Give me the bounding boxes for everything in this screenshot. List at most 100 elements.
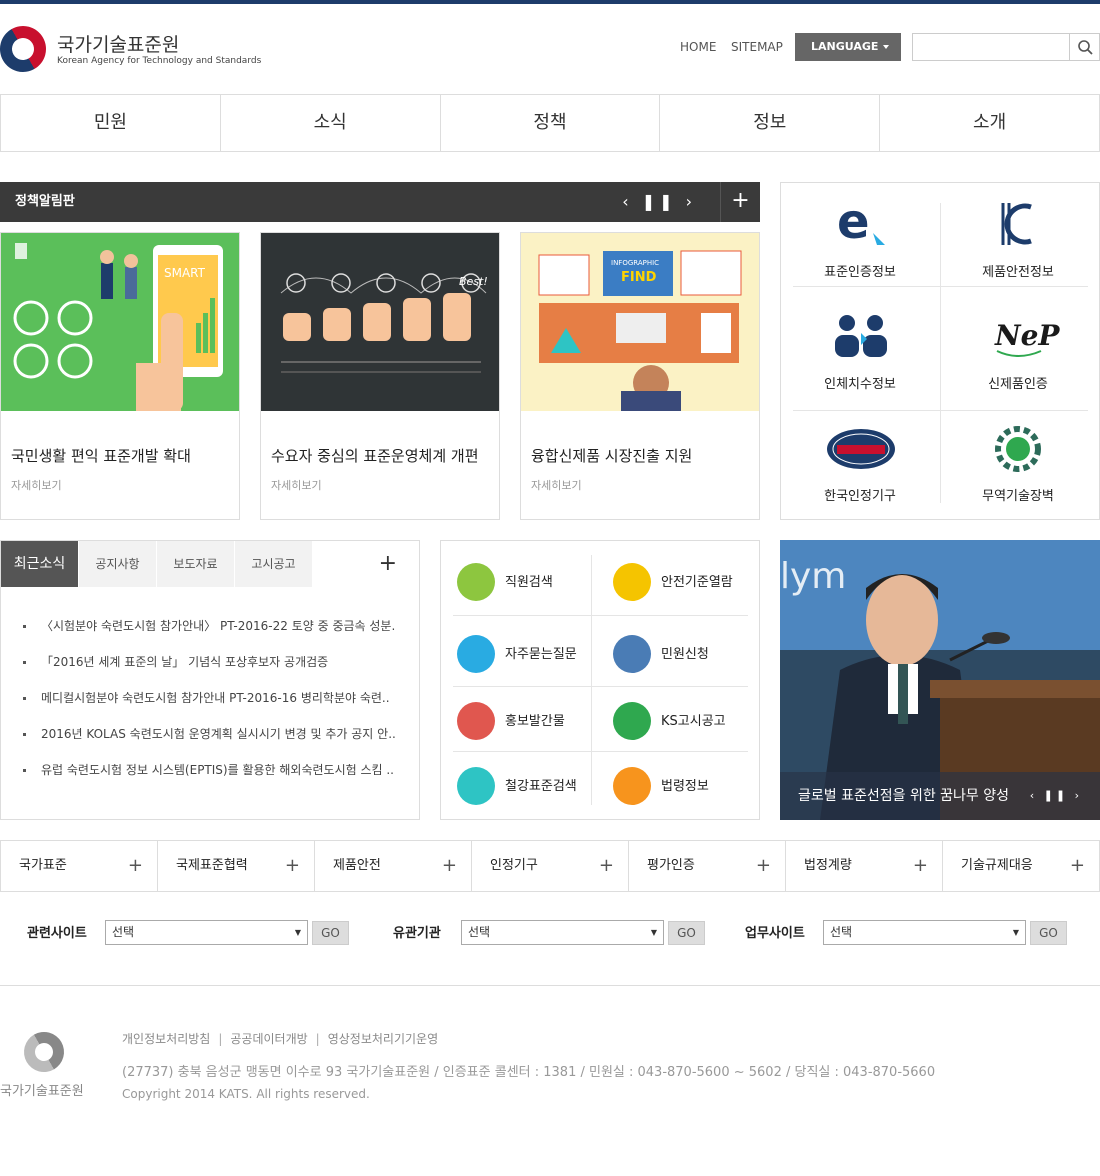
policy-card-more-link[interactable]: 자세히보기 [11, 477, 62, 493]
taegeuk-logo-icon [16, 1024, 72, 1080]
footer-links: 개인정보처리방침 | 공공데이터개방 | 영상정보처리기기운영 [122, 1032, 439, 1046]
tab-press[interactable]: 보도자료 [157, 541, 235, 587]
language-dropdown[interactable]: LANGUAGE [795, 33, 901, 61]
service-ks-notice[interactable]: KS고시공고 [599, 688, 749, 752]
top-accent-line [0, 0, 1100, 4]
svg-text:NeP: NeP [994, 319, 1060, 352]
service-steel-standards[interactable]: 철강표준검색 [443, 753, 593, 817]
quick-link-label: 인체치수정보 [824, 377, 896, 392]
policy-card[interactable]: INFOGRAPHIC FIND 융합신제품 시장진출 지원 자세히보기 [520, 232, 760, 520]
policy-card-more-link[interactable]: 자세히보기 [531, 477, 582, 493]
policy-card[interactable]: Best! 수요자 중심의 표준운영체계 개편 자세히보기 [260, 232, 500, 520]
more-plus-button[interactable]: + [720, 182, 760, 222]
related-sites-go-button[interactable]: GO [312, 921, 349, 945]
gnb-item-policy[interactable]: 정책 [441, 95, 661, 151]
related-agencies-go-button[interactable]: GO [668, 921, 705, 945]
policy-board-title: 정책알림판 [15, 194, 75, 209]
category-national-standard[interactable]: 국가표준 + [1, 841, 158, 891]
category-label: 평가인증 [647, 858, 695, 873]
news-panel: 최근소식 공지사항 보도자료 고시공고 + 〈시험분야 숙련도시험 참가안내〉 … [0, 540, 420, 820]
nep-icon: NeP [994, 319, 1060, 357]
carousel-controls[interactable]: ‹ ❚❚ › [622, 182, 696, 222]
service-publications[interactable]: 홍보발간물 [443, 688, 593, 752]
quick-link-new-product[interactable]: NeP 신제품인증 [943, 305, 1093, 417]
plus-icon: + [755, 855, 771, 876]
tab-notices[interactable]: 공지사항 [79, 541, 157, 587]
svg-text:INFOGRAPHIC: INFOGRAPHIC [611, 259, 659, 267]
quick-link-kolas[interactable]: 한국인정기구 [785, 417, 935, 529]
news-more-button[interactable]: + [379, 551, 397, 576]
photo-carousel-controls[interactable]: ‹ ❚❚ › [1030, 772, 1082, 820]
policy-card-more-link[interactable]: 자세히보기 [271, 477, 322, 493]
category-product-safety[interactable]: 제품안전 + [315, 841, 472, 891]
search-input[interactable] [912, 33, 1100, 61]
quick-link-label: 제품안전정보 [982, 265, 1054, 280]
category-accreditation[interactable]: 인정기구 + [472, 841, 629, 891]
footer-address: (27737) 충북 음성군 맹동면 이수로 93 국가기술표준원 / 인증표준… [122, 1065, 936, 1080]
related-sites-label: 관련사이트 [27, 926, 87, 941]
service-label: 민원신청 [661, 647, 709, 662]
quick-link-body-size[interactable]: 인체치수정보 [785, 305, 935, 417]
news-item[interactable]: 〈시험분야 숙련도시험 참가안내〉 PT-2016-22 토양 중 중금속 성분… [23, 613, 395, 649]
service-civil-request[interactable]: 민원신청 [599, 621, 749, 685]
site-logo[interactable]: 국가기술표준원 Korean Agency for Technology and… [0, 17, 262, 81]
policy-card[interactable]: SMART 국민생활 편익 표준개발 확대 자세히보기 [0, 232, 240, 520]
work-sites-select[interactable]: 선택 ▼ [823, 920, 1026, 945]
category-label: 국제표준협력 [176, 858, 248, 873]
org-subtitle: Korean Agency for Technology and Standar… [57, 56, 262, 66]
service-label: 홍보발간물 [505, 714, 565, 729]
category-menu: 국가표준 + 국제표준협력 + 제품안전 + 인정기구 + 평가인증 + 법정계량 + 기술… [0, 840, 1100, 892]
footer-org-name: 국가기술표준원 [0, 1084, 84, 1099]
related-agencies-select[interactable]: 선택 ▼ [461, 920, 664, 945]
gnb-item-about[interactable]: 소개 [880, 95, 1099, 151]
magnifier-icon [457, 767, 495, 805]
category-legal-metrology[interactable]: 법정계량 + [786, 841, 943, 891]
quick-link-label: 표준인증정보 [824, 265, 896, 280]
category-label: 법정계량 [804, 858, 852, 873]
service-faq[interactable]: 자주묻는질문 [443, 621, 593, 685]
policy-card-image: Best! [261, 233, 499, 411]
news-item[interactable]: 유럽 숙련도시험 정보 시스템(EPTIS)를 활용한 해외숙련도시험 스킴 .… [23, 757, 395, 793]
service-label: 법령정보 [661, 779, 709, 794]
related-sites-select[interactable]: 선택 ▼ [105, 920, 308, 945]
dropdown-arrow-icon: ▼ [294, 928, 301, 937]
related-agencies-label: 유관기관 [393, 926, 441, 941]
event-photo-banner[interactable]: lym 글로벌 표준선점을 위한 꿈나무 양성 ‹ ❚❚ › [780, 540, 1100, 820]
news-item[interactable]: 「2016년 세계 표준의 날」 기념식 포상후보자 공개검증 [23, 649, 395, 685]
home-link[interactable]: HOME [680, 33, 716, 61]
news-item[interactable]: 메디컬시험분야 숙련도시험 참가안내 PT-2016-16 병리학분야 숙련.. [23, 685, 395, 721]
service-label: 안전기준열람 [661, 575, 733, 590]
tab-recent-news[interactable]: 최근소식 [1, 541, 79, 587]
service-staff-search[interactable]: 직원검색 [443, 549, 593, 613]
service-label: 철강표준검색 [505, 779, 577, 794]
work-sites-go-button[interactable]: GO [1030, 921, 1067, 945]
category-tbt[interactable]: 기술규제대응 + [943, 841, 1099, 891]
category-label: 국가표준 [19, 858, 67, 873]
service-label: 직원검색 [505, 575, 553, 590]
privacy-policy-link[interactable]: 개인정보처리방침 [122, 1032, 210, 1046]
category-label: 인정기구 [490, 858, 538, 873]
tab-announcements[interactable]: 고시공고 [235, 541, 313, 587]
plus-icon: + [1069, 855, 1085, 876]
gnb-item-civil[interactable]: 민원 [1, 95, 221, 151]
policy-card-title: 융합신제품 시장진출 지원 [531, 447, 693, 465]
quick-links-panel: e 표준인증정보 제품안전정보 인체치수정보 NeP 신제품인증 한국인정기구 … [780, 182, 1100, 520]
sitemap-link[interactable]: SITEMAP [731, 33, 783, 61]
svg-text:e: e [837, 194, 870, 250]
open-data-link[interactable]: 공공데이터개방 [230, 1032, 307, 1046]
search-icon [1078, 40, 1093, 55]
news-tabs: 최근소식 공지사항 보도자료 고시공고 [1, 541, 313, 587]
service-law-info[interactable]: 법령정보 [599, 753, 749, 817]
gnb-item-info[interactable]: 정보 [660, 95, 881, 151]
news-list: 〈시험분야 숙련도시험 참가안내〉 PT-2016-22 토양 중 중금속 성분… [23, 613, 395, 793]
gnb-item-news[interactable]: 소식 [221, 95, 441, 151]
service-safety-standards[interactable]: 안전기준열람 [599, 549, 749, 613]
quick-link-tbt[interactable]: 무역기술장벽 [943, 417, 1093, 529]
category-intl-cooperation[interactable]: 국제표준협력 + [158, 841, 315, 891]
category-evaluation[interactable]: 평가인증 + [629, 841, 786, 891]
news-item[interactable]: 2016년 KOLAS 숙련도시험 운영계획 실시시기 변경 및 추가 공지 안… [23, 721, 395, 757]
cctv-policy-link[interactable]: 영상정보처리기기운영 [328, 1032, 438, 1046]
search-button[interactable] [1069, 34, 1099, 60]
quick-link-product-safety[interactable]: 제품안전정보 [943, 193, 1093, 305]
quick-link-standard-cert[interactable]: e 표준인증정보 [785, 193, 935, 305]
